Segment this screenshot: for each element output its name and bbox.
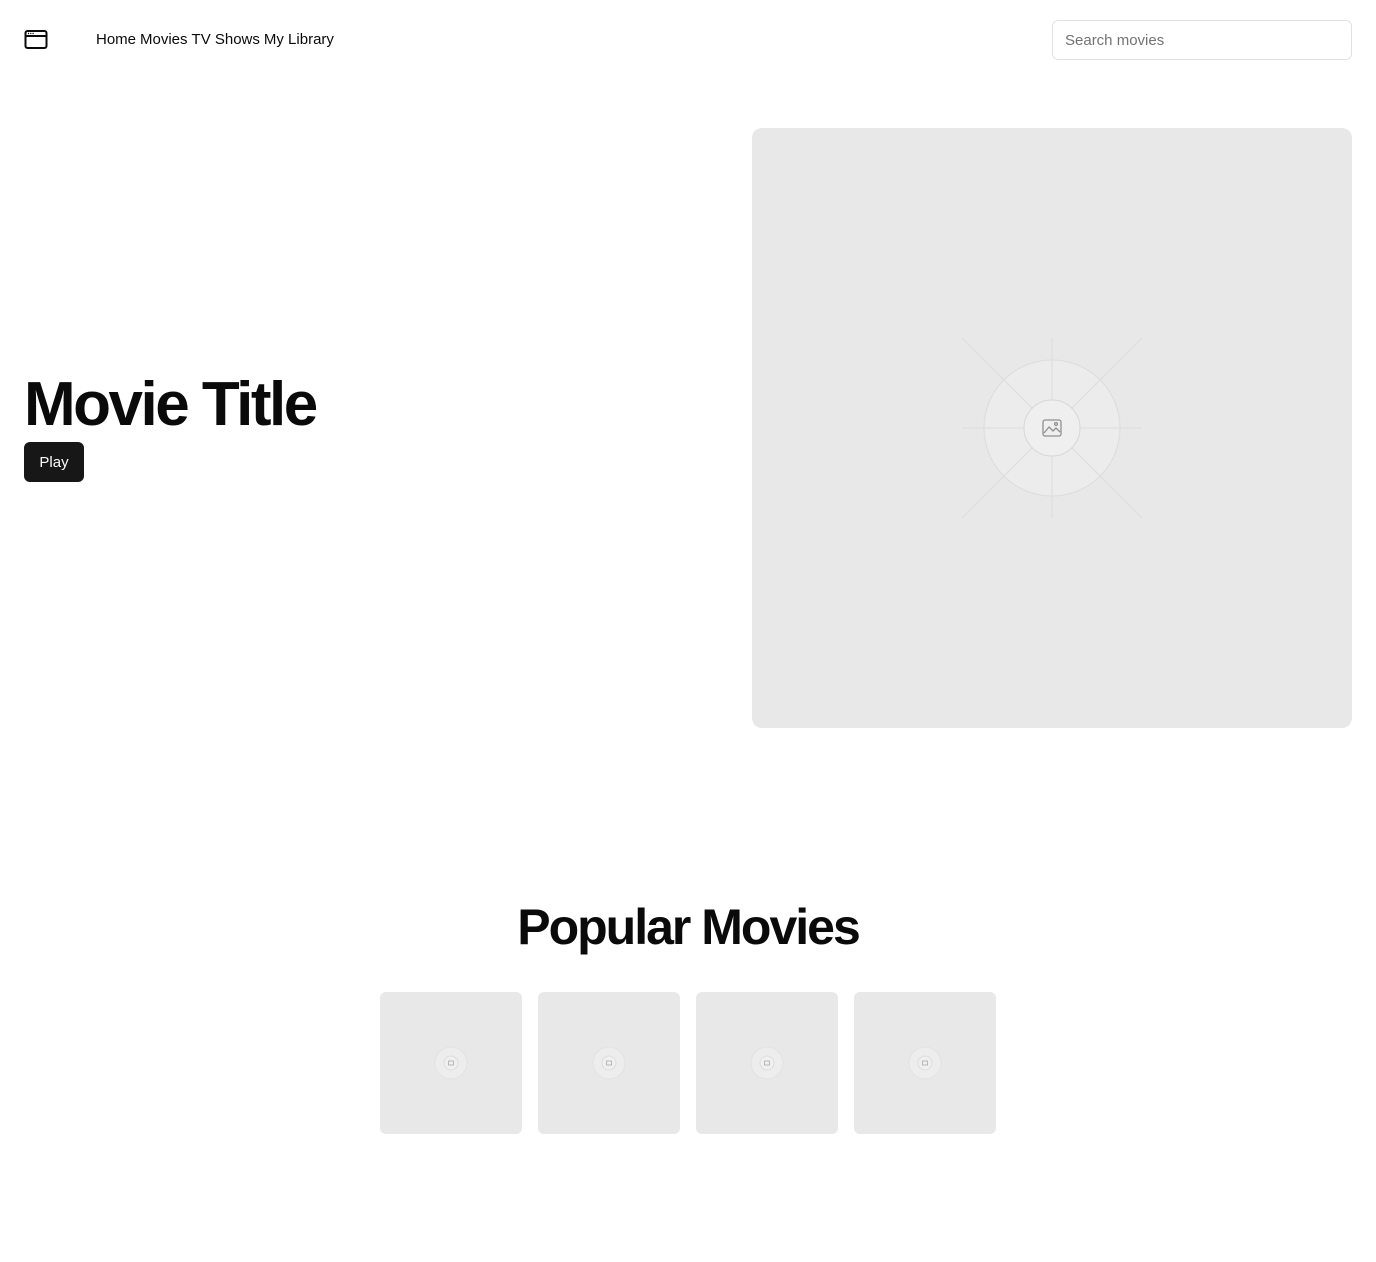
movie-card[interactable]: [696, 992, 838, 1134]
nav-link-movies[interactable]: Movies: [140, 30, 188, 50]
main-nav: Home Movies TV Shows My Library: [96, 30, 334, 50]
movie-card[interactable]: [854, 992, 996, 1134]
browser-window-icon[interactable]: [24, 29, 48, 51]
nav-link-my-library[interactable]: My Library: [264, 30, 334, 50]
search-input[interactable]: [1052, 20, 1352, 60]
hero-text-block: Movie Title Play: [24, 370, 318, 482]
nav-link-tv-shows[interactable]: TV Shows: [192, 30, 260, 50]
top-navbar: Home Movies TV Shows My Library: [0, 0, 1376, 80]
movie-card[interactable]: [538, 992, 680, 1134]
movie-card[interactable]: [380, 992, 522, 1134]
image-placeholder-icon: [750, 1046, 784, 1080]
section-title: Popular Movies: [517, 899, 861, 955]
image-placeholder-icon: [961, 337, 1143, 519]
image-placeholder-icon: [908, 1046, 942, 1080]
hero-image-placeholder: [752, 128, 1352, 728]
play-button[interactable]: Play: [24, 442, 84, 482]
image-placeholder-icon: [592, 1046, 626, 1080]
movie-card-row: [380, 992, 996, 1134]
nav-link-home[interactable]: Home: [96, 30, 136, 50]
hero-title: Movie Title: [24, 370, 318, 439]
image-placeholder-icon: [434, 1046, 468, 1080]
